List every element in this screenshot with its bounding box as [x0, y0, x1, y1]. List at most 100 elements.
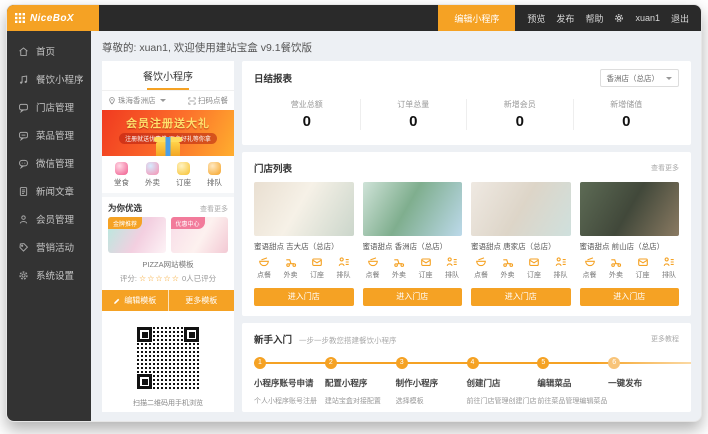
store-action-order[interactable]: 点餐 [583, 256, 597, 280]
settings-gear-icon [18, 270, 29, 281]
step-number-badge: 1 [254, 357, 266, 369]
action-takeout[interactable]: 外卖 [145, 162, 160, 188]
guide-link[interactable]: 企业小程序账号注册、认证 [254, 411, 325, 413]
daily-report-card: 日结报表 香洲店（总店） 营业总额 0 [242, 61, 691, 145]
guide-link[interactable]: 前往菜品管理编辑菜品 [537, 396, 608, 406]
publish-link[interactable]: 发布 [556, 12, 574, 25]
more-templates-button[interactable]: 更多模板 [169, 290, 235, 311]
preview-link[interactable]: 预览 [527, 12, 545, 25]
store-card: 蜜语甜点 前山店（总店） 点餐 外卖 [580, 182, 680, 306]
sidebar-item-marketing[interactable]: 营销活动 [7, 233, 91, 261]
bowl-icon [367, 256, 379, 268]
logout-link[interactable]: 退出 [671, 12, 689, 25]
stores-more-link[interactable]: 查看更多 [651, 163, 679, 173]
topbar-menu: 预览 发布 帮助 xuan1 退出 [515, 5, 701, 31]
pick-card[interactable]: 金牌推荐 [108, 217, 166, 253]
store-action-reserve[interactable]: 订座 [419, 256, 433, 280]
metric-new-members: 新增会员 0 [467, 99, 574, 130]
action-dine-in[interactable]: 堂食 [114, 162, 129, 188]
step-number-badge: 6 [608, 357, 620, 369]
help-link[interactable]: 帮助 [585, 12, 603, 25]
store-name: 蜜语甜点 前山店（总店） [580, 241, 680, 252]
action-queue[interactable]: 排队 [207, 162, 222, 188]
step-number-badge: 4 [467, 357, 479, 369]
sidebar-item-home[interactable]: 首页 [7, 37, 91, 65]
gift-box-icon [156, 142, 180, 156]
store-action-reserve[interactable]: 订座 [636, 256, 650, 280]
store-chat-icon [18, 102, 29, 113]
enter-store-button[interactable]: 进入门店 [363, 288, 463, 306]
sidebar: 首页 餐饮小程序 门店管理 菜品管理 微信管理 新闻文章 [7, 31, 91, 421]
sidebar-item-dishes[interactable]: 菜品管理 [7, 121, 91, 149]
action-reserve[interactable]: 订座 [176, 162, 191, 188]
queue-icon [338, 256, 350, 268]
enter-store-button[interactable]: 进入门店 [254, 288, 354, 306]
picks-more-link[interactable]: 查看更多 [200, 204, 228, 214]
promo-headline: 会员注册送大礼 [102, 110, 234, 131]
guide-link[interactable]: 前往门店管理创建门店 [467, 396, 538, 406]
pick-card[interactable]: 优惠中心 [171, 217, 229, 253]
scooter-icon [393, 256, 405, 268]
store-action-queue[interactable]: 排队 [554, 256, 568, 280]
store-action-reserve[interactable]: 订座 [310, 256, 324, 280]
username[interactable]: xuan1 [635, 13, 660, 23]
queue-icon [446, 256, 458, 268]
store-list-card: 门店列表 查看更多 蜜语甜点 吉大店（总店） 点餐 [242, 152, 691, 316]
sidebar-item-members[interactable]: 会员管理 [7, 205, 91, 233]
reserve-icon [637, 256, 649, 268]
promo-banner[interactable]: 会员注册送大礼 注册就送优惠券 更多好礼等你拿 [102, 110, 234, 156]
store-action-takeout[interactable]: 外卖 [284, 256, 298, 280]
sidebar-item-settings[interactable]: 系统设置 [7, 261, 91, 289]
enter-store-button[interactable]: 进入门店 [580, 288, 680, 306]
guide-step-4: 4 创建门店 前往门店管理创建门店 [467, 357, 538, 413]
preview-header: 餐饮小程序 [102, 61, 234, 91]
store-action-takeout[interactable]: 外卖 [392, 256, 406, 280]
queue-icon [208, 162, 221, 175]
reserve-icon [420, 256, 432, 268]
store-action-queue[interactable]: 排队 [662, 256, 676, 280]
store-action-queue[interactable]: 排队 [337, 256, 351, 280]
store-photo [471, 182, 571, 236]
gear-icon[interactable] [614, 13, 624, 23]
store-location-dropdown[interactable]: 珠海香洲店 [108, 95, 166, 106]
store-action-queue[interactable]: 排队 [445, 256, 459, 280]
store-action-reserve[interactable]: 订座 [527, 256, 541, 280]
store-card: 蜜语甜点 香洲店（总店） 点餐 外卖 [363, 182, 463, 306]
news-doc-icon [18, 186, 29, 197]
store-action-order[interactable]: 点餐 [257, 256, 271, 280]
wechat-icon [18, 158, 29, 169]
store-name: 蜜语甜点 吉大店（总店） [254, 241, 354, 252]
edit-template-button[interactable]: 编辑模板 [102, 290, 169, 311]
enter-store-button[interactable]: 进入门店 [471, 288, 571, 306]
report-title: 日结报表 [254, 71, 292, 85]
guide-link[interactable]: 设计制作 [396, 411, 467, 413]
sidebar-item-miniprogram[interactable]: 餐饮小程序 [7, 65, 91, 93]
step-number-badge: 2 [325, 357, 337, 369]
store-action-takeout[interactable]: 外卖 [609, 256, 623, 280]
qr-caption: 扫描二维码用手机浏览 [133, 398, 203, 408]
edit-miniprogram-button[interactable]: 编辑小程序 [438, 5, 515, 31]
chevron-down-icon [666, 77, 672, 80]
sidebar-item-stores[interactable]: 门店管理 [7, 93, 91, 121]
store-action-order[interactable]: 点餐 [474, 256, 488, 280]
location-pin-icon [108, 96, 116, 105]
preview-title: 餐饮小程序 [102, 68, 234, 83]
more-tutorials-link[interactable]: 更多教程 [651, 334, 679, 344]
sidebar-item-wechat[interactable]: 微信管理 [7, 149, 91, 177]
pick-tag: 金牌推荐 [108, 217, 142, 229]
scan-order-button[interactable]: 扫码点餐 [188, 95, 228, 106]
metric-revenue: 营业总额 0 [254, 99, 361, 130]
guide-link[interactable]: 选择模板 [396, 396, 467, 406]
dine-in-icon [115, 162, 128, 175]
bowl-icon [584, 256, 596, 268]
bowl-icon [475, 256, 487, 268]
guide-link[interactable]: 微信开发工具配置 [325, 411, 396, 413]
store-action-order[interactable]: 点餐 [366, 256, 380, 280]
bowl-icon [258, 256, 270, 268]
guide-link[interactable]: 个人小程序账号注册 [254, 396, 325, 406]
store-select[interactable]: 香洲店（总店） [600, 69, 680, 87]
queue-icon [663, 256, 675, 268]
guide-link[interactable]: 建站宝盒对接配置 [325, 396, 396, 406]
store-action-takeout[interactable]: 外卖 [501, 256, 515, 280]
sidebar-item-news[interactable]: 新闻文章 [7, 177, 91, 205]
